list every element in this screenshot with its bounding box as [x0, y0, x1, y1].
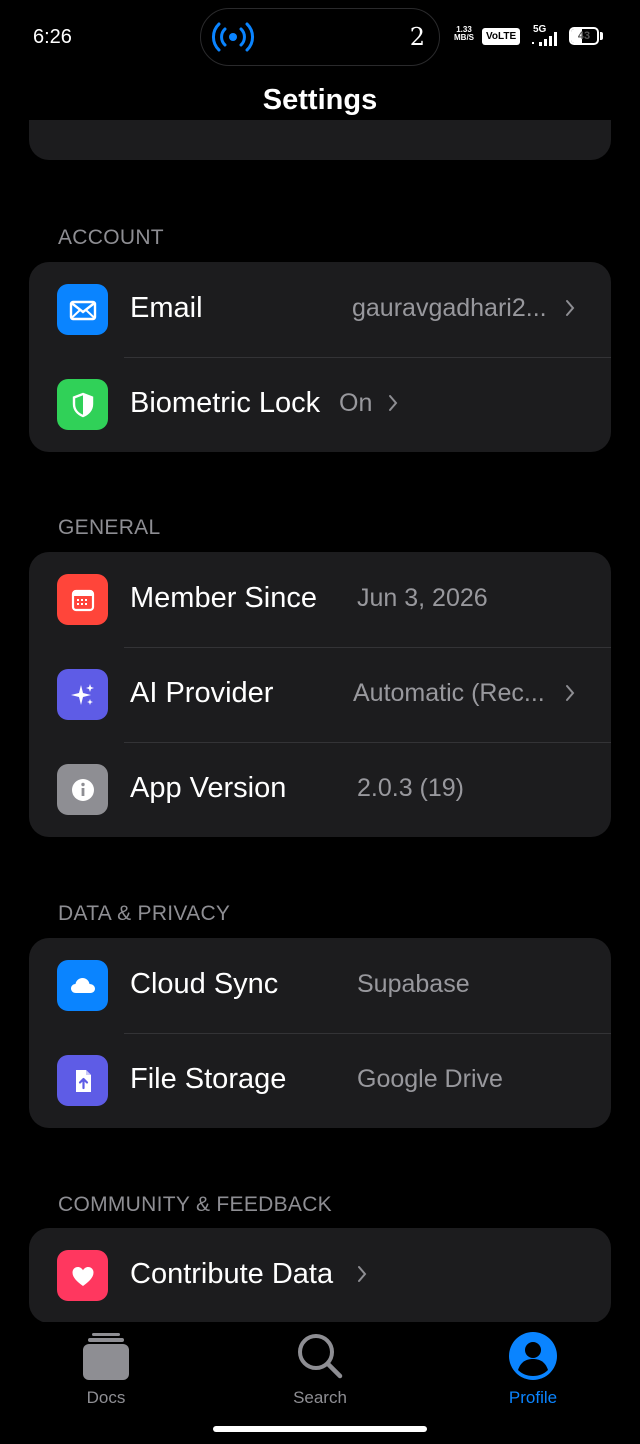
broadcast-icon — [212, 22, 254, 52]
status-bar: 6:26 2 1.33 MB/S VoLTE 5G 43 — [0, 0, 640, 72]
notification-count: 2 — [409, 23, 425, 51]
card-community: Contribute Data — [29, 1228, 611, 1323]
scrolled-card-edge — [29, 120, 611, 160]
info-icon — [57, 764, 108, 815]
member-since-value: Jun 3, 2026 — [357, 584, 488, 612]
member-since-label: Member Since — [130, 582, 317, 614]
chevron-right-icon — [358, 1266, 367, 1282]
docs-stack-icon — [83, 1333, 129, 1380]
card-data-privacy: Cloud Sync Supabase File Storage Google … — [29, 938, 611, 1128]
email-label: Email — [130, 292, 203, 324]
person-circle-icon — [509, 1332, 557, 1380]
battery-tip — [600, 32, 603, 40]
signal-bars-icon — [532, 32, 557, 46]
cloud-sync-value: Supabase — [357, 970, 470, 998]
card-general: Member Since Jun 3, 2026 AI Provider Aut… — [29, 552, 611, 837]
battery-level: 43 — [577, 30, 591, 42]
file-storage-label: File Storage — [130, 1063, 287, 1095]
status-time: 6:26 — [33, 26, 72, 48]
section-header-account: ACCOUNT — [58, 226, 164, 249]
tab-search[interactable]: Search — [260, 1328, 380, 1418]
tab-profile-label: Profile — [508, 1388, 558, 1407]
page-title: Settings — [262, 84, 378, 116]
biometric-lock-value: On — [339, 389, 373, 417]
row-email[interactable]: Email gauravgadhari2... — [29, 262, 611, 357]
contribute-data-label: Contribute Data — [130, 1258, 334, 1290]
home-indicator[interactable] — [213, 1426, 427, 1432]
chevron-right-icon — [566, 685, 575, 701]
row-ai-provider[interactable]: AI Provider Automatic (Rec... — [29, 647, 611, 742]
tab-docs-label: Docs — [86, 1388, 126, 1407]
shield-icon — [57, 379, 108, 430]
battery-indicator: 43 — [569, 27, 599, 45]
signal-indicator: 5G — [528, 24, 562, 48]
settings-screen: 6:26 2 1.33 MB/S VoLTE 5G 43 Settings AC… — [0, 0, 640, 1444]
row-cloud-sync: Cloud Sync Supabase — [29, 938, 611, 1033]
file-upload-icon — [57, 1055, 108, 1106]
row-member-since: Member Since Jun 3, 2026 — [29, 552, 611, 647]
row-app-version: App Version 2.0.3 (19) — [29, 742, 611, 837]
app-version-value: 2.0.3 (19) — [357, 774, 465, 802]
card-account: Email gauravgadhari2... Biometric Lock O… — [29, 262, 611, 452]
row-contribute-data[interactable]: Contribute Data — [29, 1228, 611, 1323]
row-file-storage: File Storage Google Drive — [29, 1033, 611, 1128]
sparkles-icon — [57, 669, 108, 720]
tab-docs[interactable]: Docs — [46, 1328, 166, 1418]
row-biometric-lock[interactable]: Biometric Lock On — [29, 357, 611, 452]
section-header-data-privacy: DATA & PRIVACY — [58, 902, 231, 925]
tab-profile[interactable]: Profile — [473, 1328, 593, 1418]
chevron-right-icon — [389, 395, 398, 411]
email-value: gauravgadhari2... — [352, 294, 547, 322]
calendar-icon — [57, 574, 108, 625]
section-header-community: COMMUNITY & FEEDBACK — [58, 1193, 332, 1216]
cloud-icon — [57, 960, 108, 1011]
heart-icon — [57, 1250, 108, 1301]
chevron-right-icon — [566, 300, 575, 316]
cloud-sync-label: Cloud Sync — [130, 968, 279, 1000]
dynamic-island-pill[interactable]: 2 — [200, 8, 440, 66]
tab-search-label: Search — [293, 1388, 347, 1407]
file-storage-value: Google Drive — [357, 1065, 503, 1093]
biometric-lock-label: Biometric Lock — [130, 387, 321, 419]
network-speed: 1.33 MB/S — [454, 26, 474, 42]
volte-badge: VoLTE — [482, 28, 521, 45]
network-speed-unit: MB/S — [454, 33, 474, 42]
magnifier-icon — [298, 1334, 343, 1379]
ai-provider-value: Automatic (Rec... — [353, 679, 545, 707]
envelope-icon — [57, 284, 108, 335]
section-header-general: GENERAL — [58, 516, 161, 539]
ai-provider-label: AI Provider — [130, 677, 274, 709]
app-version-label: App Version — [130, 772, 287, 804]
